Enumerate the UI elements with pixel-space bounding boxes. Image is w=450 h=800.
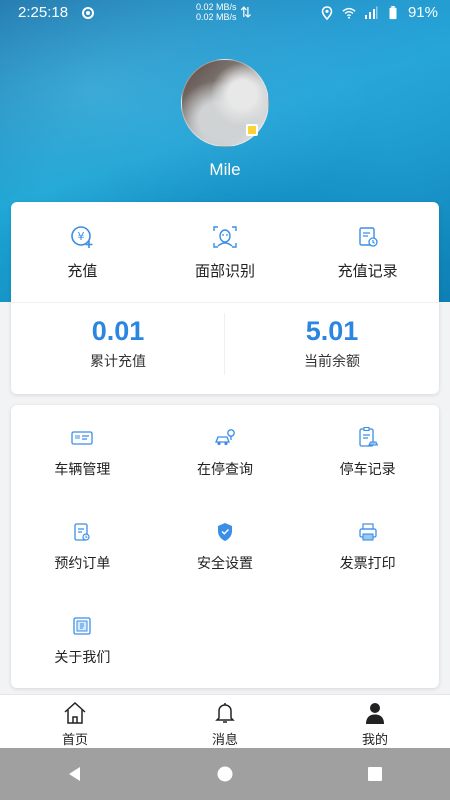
recharge-label: 充值 xyxy=(67,262,98,280)
about-us-label: 关于我们 xyxy=(54,650,111,666)
status-bar: 2:25:18 0.02 MB/s 0.02 MB/s ⇅ 91% xyxy=(0,0,450,26)
status-right: 91% xyxy=(320,4,438,21)
account-card: ¥ 充值 面部识别 充值记录 0.01 累计充值 5.01 当前余额 xyxy=(11,202,439,394)
total-recharge-value: 0.01 xyxy=(91,316,145,346)
reservation-icon xyxy=(74,523,90,541)
about-us-button[interactable]: 关于我们 xyxy=(11,593,154,687)
parking-query-icon xyxy=(215,429,235,446)
parking-query-button[interactable]: 在停查询 xyxy=(154,405,297,499)
menu-grid: 车辆管理 在停查询 停车记录 预约订单 安全设置 发票打印 关于我们 xyxy=(11,405,439,687)
parking-record-icon xyxy=(358,427,378,447)
network-speed: 0.02 MB/s 0.02 MB/s xyxy=(196,2,237,22)
net-speed-down: 0.02 MB/s xyxy=(196,12,237,22)
recharge-record-label: 充值记录 xyxy=(337,262,398,280)
home-icon xyxy=(64,701,86,724)
nav-messages[interactable]: 消息 xyxy=(150,695,300,748)
wifi-icon xyxy=(342,7,356,19)
nav-home-label: 首页 xyxy=(61,733,88,748)
signal-icon xyxy=(364,6,378,19)
card-divider xyxy=(11,302,439,303)
security-settings-label: 安全设置 xyxy=(196,556,253,572)
nav-messages-label: 消息 xyxy=(211,733,238,748)
profile-name: Mile xyxy=(209,160,241,179)
vehicle-card-icon xyxy=(71,431,93,445)
printer-icon xyxy=(358,523,377,541)
vehicle-management-button[interactable]: 车辆管理 xyxy=(11,405,154,499)
bell-icon xyxy=(215,703,235,723)
system-back-button[interactable] xyxy=(55,754,95,794)
quick-actions: ¥ 充值 面部识别 充值记录 xyxy=(11,202,439,302)
balance-value: 5.01 xyxy=(305,316,359,346)
face-recognition-button[interactable]: 面部识别 xyxy=(154,202,297,302)
record-icon xyxy=(82,7,94,19)
invoice-print-button[interactable]: 发票打印 xyxy=(296,499,439,593)
balance-label: 当前余额 xyxy=(304,354,360,370)
svg-text:¥: ¥ xyxy=(78,230,85,243)
recharge-record-button[interactable]: 充值记录 xyxy=(296,202,439,302)
back-triangle-icon xyxy=(69,767,80,781)
location-icon xyxy=(321,5,333,20)
battery-level: 91% xyxy=(407,4,438,21)
face-recognition-icon xyxy=(213,226,237,248)
nav-mine[interactable]: 我的 xyxy=(300,695,450,748)
total-recharge-label: 累计充值 xyxy=(90,354,146,370)
net-speed-up: 0.02 MB/s xyxy=(196,2,237,12)
balance-stat: 5.01 当前余额 xyxy=(225,316,439,371)
home-circle-icon xyxy=(217,766,233,782)
parking-query-label: 在停查询 xyxy=(196,462,253,478)
face-recognition-label: 面部识别 xyxy=(194,262,255,280)
recharge-button[interactable]: ¥ 充值 xyxy=(11,202,154,302)
total-recharge-stat: 0.01 累计充值 xyxy=(11,316,225,371)
security-settings-button[interactable]: 安全设置 xyxy=(154,499,297,593)
system-nav-bar xyxy=(0,748,450,800)
data-transfer-icon: ⇅ xyxy=(240,4,252,20)
parking-record-button[interactable]: 停车记录 xyxy=(296,405,439,499)
recharge-record-icon xyxy=(358,227,378,247)
battery-icon xyxy=(389,5,397,19)
avatar-badge-icon xyxy=(246,124,258,136)
status-time: 2:25:18 xyxy=(18,4,69,21)
reservation-order-button[interactable]: 预约订单 xyxy=(11,499,154,593)
recents-square-icon xyxy=(368,767,382,781)
reservation-order-label: 预约订单 xyxy=(54,556,111,572)
system-home-button[interactable] xyxy=(205,754,245,794)
vehicle-management-label: 车辆管理 xyxy=(54,462,111,478)
system-recents-button[interactable] xyxy=(355,754,395,794)
nav-home[interactable]: 首页 xyxy=(0,695,150,748)
parking-record-label: 停车记录 xyxy=(339,462,396,478)
recharge-icon: ¥ xyxy=(71,226,93,248)
shield-icon xyxy=(217,523,232,541)
menu-card: 车辆管理 在停查询 停车记录 预约订单 安全设置 发票打印 关于我们 xyxy=(11,405,439,688)
user-icon xyxy=(366,703,384,724)
about-icon xyxy=(73,617,91,635)
invoice-print-label: 发票打印 xyxy=(339,556,396,572)
bottom-nav: 首页 消息 我的 xyxy=(0,694,450,748)
nav-mine-label: 我的 xyxy=(361,733,388,748)
